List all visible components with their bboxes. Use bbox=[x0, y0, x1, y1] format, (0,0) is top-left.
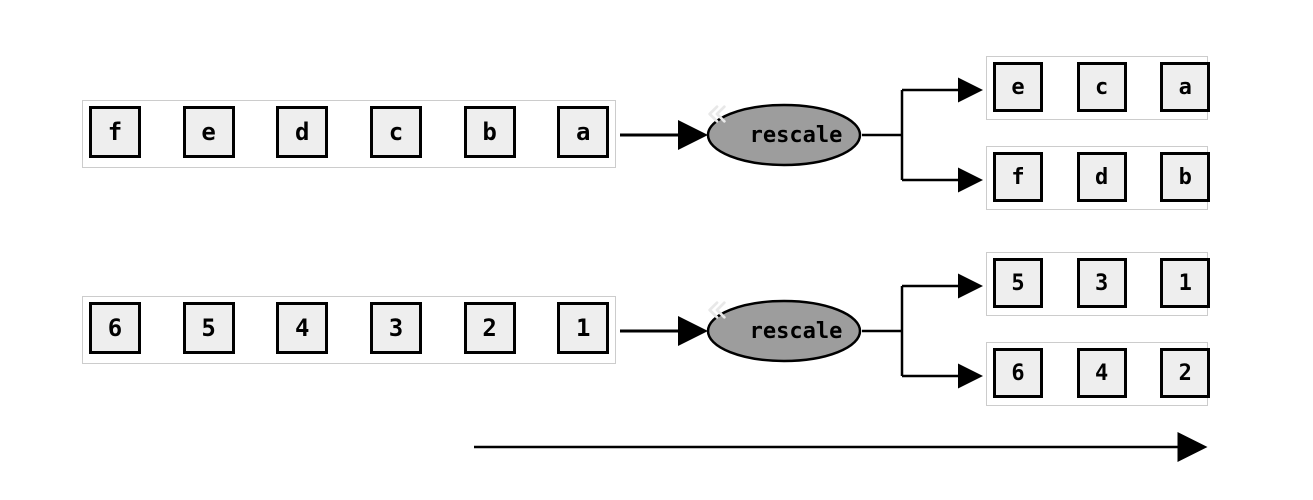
marble: 1 bbox=[1160, 258, 1210, 308]
split-arrows-2 bbox=[862, 256, 990, 406]
marble: e bbox=[993, 62, 1043, 112]
operator-label: rescale bbox=[750, 319, 843, 344]
arrow-input-to-op-1 bbox=[616, 118, 712, 152]
marble: 5 bbox=[183, 302, 235, 354]
split-arrows-1 bbox=[862, 60, 990, 210]
marble: a bbox=[1160, 62, 1210, 112]
marble: 6 bbox=[89, 302, 141, 354]
marble: c bbox=[370, 106, 422, 158]
time-axis-arrow bbox=[470, 432, 1214, 462]
rescale-operator-1: rescale bbox=[706, 103, 862, 167]
arrow-input-to-op-2 bbox=[616, 314, 712, 348]
marble: c bbox=[1077, 62, 1127, 112]
marble: 1 bbox=[557, 302, 609, 354]
marble: 3 bbox=[370, 302, 422, 354]
marble: a bbox=[557, 106, 609, 158]
output-row: f d b bbox=[993, 152, 1201, 202]
output-row: 6 4 2 bbox=[993, 348, 1201, 398]
marble: 5 bbox=[993, 258, 1043, 308]
marble: 4 bbox=[1077, 348, 1127, 398]
operator-label: rescale bbox=[750, 123, 843, 148]
marble: e bbox=[183, 106, 235, 158]
marble: f bbox=[993, 152, 1043, 202]
rewind-icon bbox=[726, 124, 748, 146]
input-stream-b: 6 5 4 3 2 1 bbox=[82, 296, 616, 364]
output-row: e c a bbox=[993, 62, 1201, 112]
rewind-icon bbox=[726, 320, 748, 342]
marble: 2 bbox=[464, 302, 516, 354]
input-stream-a: f e d c b a bbox=[82, 100, 616, 168]
marble: f bbox=[89, 106, 141, 158]
marble: 6 bbox=[993, 348, 1043, 398]
marble: b bbox=[1160, 152, 1210, 202]
marble: 2 bbox=[1160, 348, 1210, 398]
input-row: f e d c b a bbox=[89, 106, 609, 158]
output-row: 5 3 1 bbox=[993, 258, 1201, 308]
marble: b bbox=[464, 106, 516, 158]
diagram-canvas: f e d c b a rescale bbox=[0, 0, 1313, 500]
output-stream-b-0: 5 3 1 bbox=[986, 252, 1208, 316]
output-stream-a-0: e c a bbox=[986, 56, 1208, 120]
input-row: 6 5 4 3 2 1 bbox=[89, 302, 609, 354]
marble: d bbox=[1077, 152, 1127, 202]
output-stream-a-1: f d b bbox=[986, 146, 1208, 210]
marble: d bbox=[276, 106, 328, 158]
rescale-operator-2: rescale bbox=[706, 299, 862, 363]
marble: 3 bbox=[1077, 258, 1127, 308]
output-stream-b-1: 6 4 2 bbox=[986, 342, 1208, 406]
marble: 4 bbox=[276, 302, 328, 354]
